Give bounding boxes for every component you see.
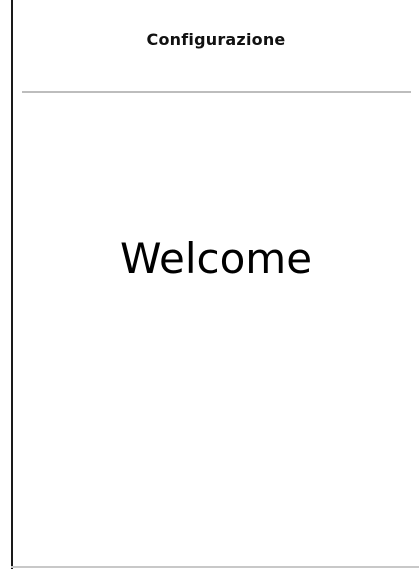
header-bar: Configurazione xyxy=(13,0,419,92)
window-bottom-border xyxy=(11,566,419,568)
welcome-message: Welcome xyxy=(119,234,313,283)
page-title: Configurazione xyxy=(146,30,286,49)
app-window: Configurazione Welcome xyxy=(0,0,419,569)
main-content: Welcome xyxy=(13,93,419,566)
